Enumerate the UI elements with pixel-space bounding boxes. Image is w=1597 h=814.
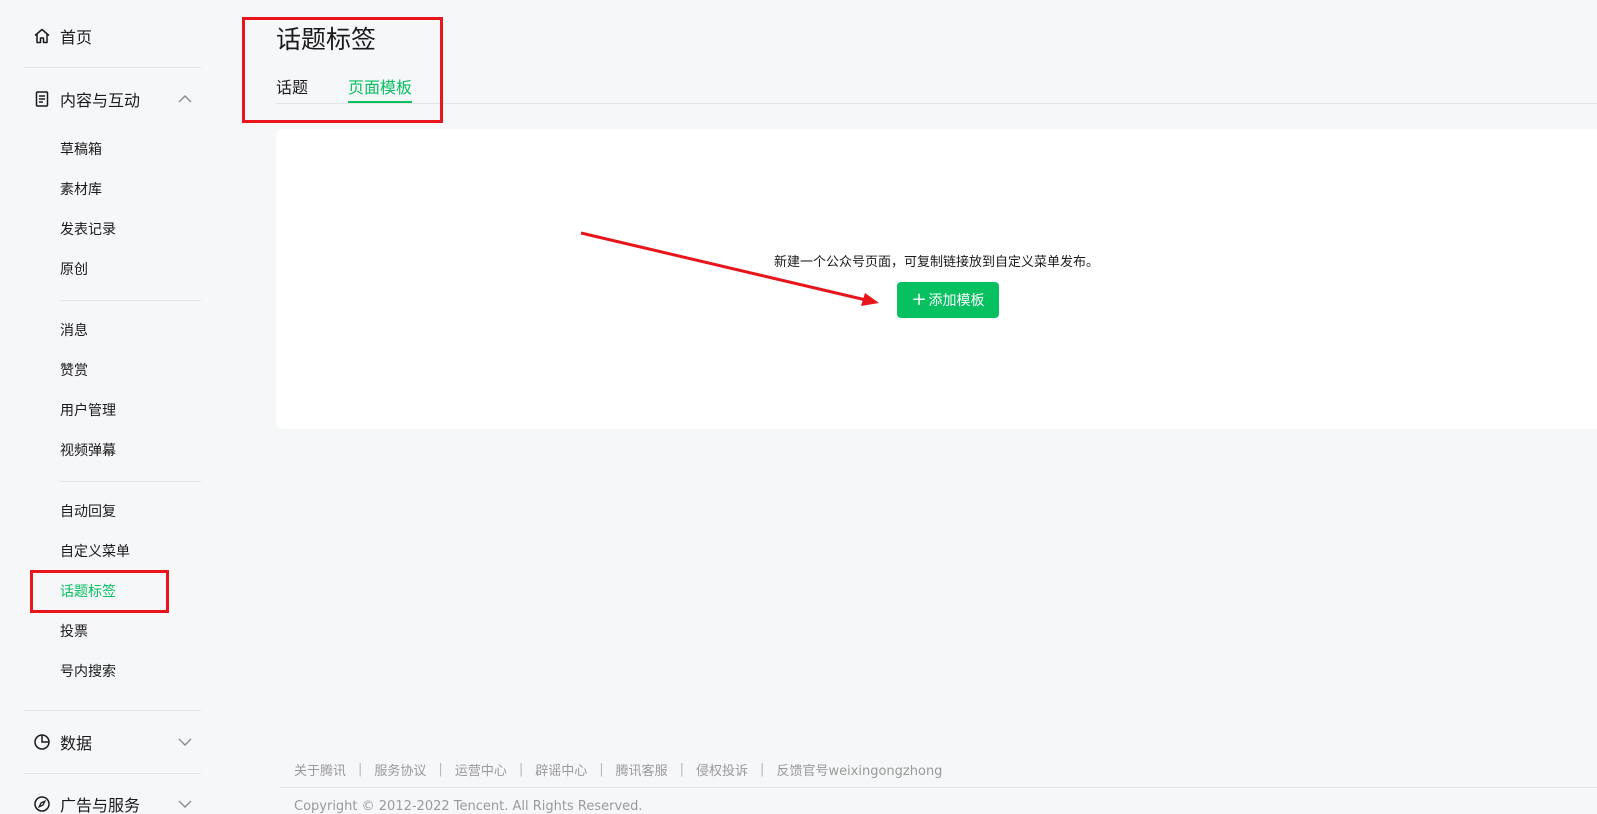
footer-links: 关于腾讯 | 服务协议 | 运营中心 | 辟谣中心 | 腾讯客服 | 侵权投诉 … [294,760,942,779]
footer-separator: | [679,762,685,777]
footer-link-operations-center[interactable]: 运营中心 [455,760,507,779]
footer-separator: | [518,762,524,777]
footer-link-about[interactable]: 关于腾讯 [294,760,346,779]
footer-link-feedback[interactable]: 反馈官号weixingongzhong [776,760,942,779]
footer-link-rumor-center[interactable]: 辟谣中心 [535,760,587,779]
page: 首页 内容与互动 草稿箱 素材库 发表记录 原创 消息 赞赏 用户管理 视频弹幕… [0,0,1597,814]
footer-separator: | [760,762,765,777]
footer-divider [280,787,1597,788]
copyright: Copyright © 2012-2022 Tencent. All Right… [294,799,643,814]
footer-link-infringement[interactable]: 侵权投诉 [696,760,748,779]
footer-link-service-agreement[interactable]: 服务协议 [374,760,426,779]
footer-separator: | [358,762,363,777]
footer-separator: | [438,762,443,777]
footer-separator: | [599,762,604,777]
annotation-arrow [580,231,879,306]
footer-link-customer-service[interactable]: 腾讯客服 [616,760,668,779]
